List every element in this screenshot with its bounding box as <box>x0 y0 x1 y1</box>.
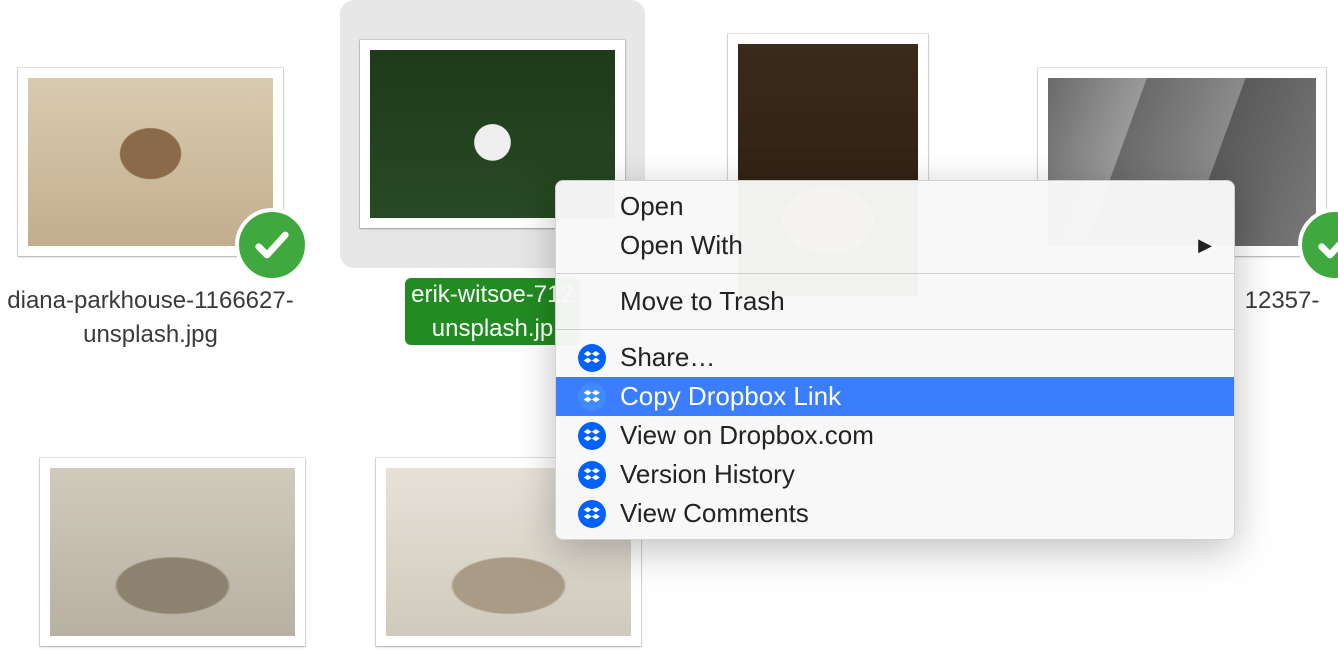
menu-label: Share… <box>620 342 715 373</box>
dropbox-icon <box>578 422 606 450</box>
menu-view-comments[interactable]: View Comments <box>556 494 1234 533</box>
sync-check-icon <box>235 208 309 282</box>
context-menu: Open Open With ▶ Move to Trash Share… Co… <box>555 180 1235 540</box>
file-item[interactable] <box>22 440 323 664</box>
menu-open-with[interactable]: Open With ▶ <box>556 226 1234 265</box>
menu-label: Move to Trash <box>620 286 785 317</box>
menu-label: View Comments <box>620 498 809 529</box>
menu-open[interactable]: Open <box>556 187 1234 226</box>
thumbnail-image <box>28 78 273 246</box>
file-item[interactable]: diana-parkhouse-1166627- unsplash.jpg <box>0 50 301 351</box>
menu-label: View on Dropbox.com <box>620 420 874 451</box>
menu-separator <box>556 273 1234 274</box>
menu-version-history[interactable]: Version History <box>556 455 1234 494</box>
dropbox-icon <box>578 461 606 489</box>
menu-view-on-dropbox[interactable]: View on Dropbox.com <box>556 416 1234 455</box>
dropbox-icon <box>578 383 606 411</box>
menu-share[interactable]: Share… <box>556 338 1234 377</box>
menu-move-to-trash[interactable]: Move to Trash <box>556 282 1234 321</box>
thumbnail-image <box>50 468 295 636</box>
thumbnail-border <box>40 458 305 646</box>
menu-label: Open <box>620 191 684 222</box>
menu-label: Open With <box>620 230 743 261</box>
file-name-label: 12357- <box>1239 284 1326 318</box>
thumbnail-wrap <box>22 440 323 664</box>
dropbox-icon <box>578 500 606 528</box>
menu-copy-dropbox-link[interactable]: Copy Dropbox Link <box>556 377 1234 416</box>
dropbox-icon <box>578 344 606 372</box>
submenu-arrow-icon: ▶ <box>1198 235 1212 256</box>
thumbnail-wrap <box>0 50 301 274</box>
menu-label: Version History <box>620 459 795 490</box>
menu-separator <box>556 329 1234 330</box>
menu-label: Copy Dropbox Link <box>620 381 841 412</box>
file-name-label-selected: erik-witsoe-712 unsplash.jp <box>405 278 580 345</box>
file-name-label: diana-parkhouse-1166627- unsplash.jpg <box>1 284 299 351</box>
